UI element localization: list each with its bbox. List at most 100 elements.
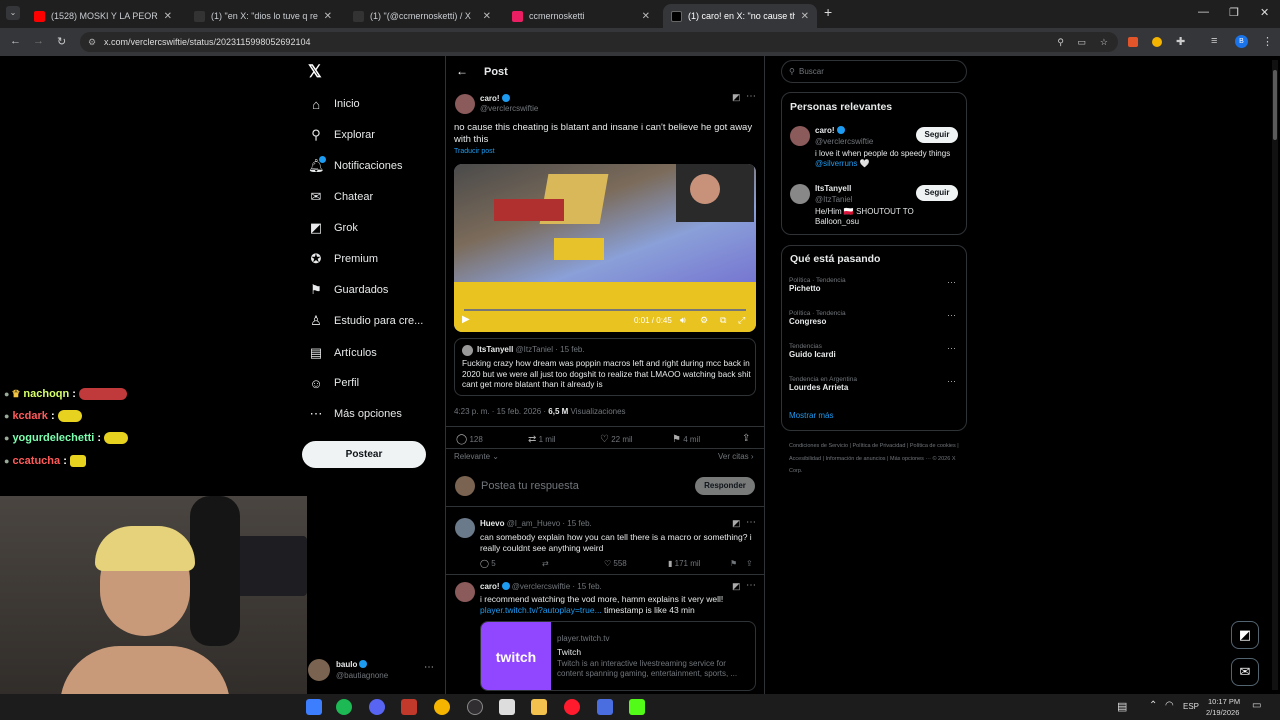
x-logo[interactable]: 𝕏 [308,62,322,82]
file-explorer-icon[interactable] [531,699,547,715]
sidebar-item-premium[interactable]: ✪ Premium [308,248,378,270]
sidebar-item-guardados[interactable]: ⚑ Guardados [308,279,388,301]
grok-icon[interactable]: ◩ [732,581,741,592]
reply-author[interactable]: Huevo [480,519,504,528]
like-action[interactable]: ♡ 22 mil [600,434,633,445]
close-icon[interactable]: ✕ [324,11,332,22]
close-icon[interactable]: ✕ [164,11,172,22]
clock-date[interactable]: 2/19/2026 [1206,708,1239,717]
show-more-link[interactable]: Mostrar más [789,411,833,420]
browser-tab[interactable]: (1) "(@ccmernosketti) / X ✕ [345,4,499,28]
sidebar-item-estudio[interactable]: ♙ Estudio para cre... [308,310,423,332]
reply-action[interactable]: ◯ 5 [480,559,496,568]
more-icon[interactable]: ⋯ [947,376,956,387]
notification-icon[interactable]: ▭ [1252,700,1261,711]
trend-item[interactable]: Política · Tendencia Pichetto ⋯ [789,277,964,293]
messages-floating-button[interactable]: ✉ [1231,658,1259,686]
bookmark-action[interactable]: ⚑ 4 mil [672,434,700,445]
extension-icon[interactable] [1128,37,1138,47]
wifi-icon[interactable]: ◠ [1165,700,1174,711]
bio-link[interactable]: @silverruns [815,159,857,168]
video-player[interactable]: ▶ 0:01 / 0:45 🔊︎ ⚙ ⧉ ⤢ [454,164,756,332]
minimize-icon[interactable]: — [1198,6,1209,18]
trend-item[interactable]: Política · Tendencia Congreso ⋯ [789,310,964,326]
close-window-icon[interactable]: ✕ [1260,6,1269,19]
more-icon[interactable]: ⋯ [746,517,756,528]
app-icon[interactable] [499,699,515,715]
reply-action[interactable]: ◯ 128 [456,434,483,445]
avatar[interactable] [790,184,810,204]
browser-tab[interactable]: (1) "en X: "dios lo tuve q releer ✕ [186,4,340,28]
settings-icon[interactable]: ⚙ [700,315,708,326]
app-icon[interactable] [597,699,613,715]
close-icon[interactable]: ✕ [801,11,809,22]
reply-link[interactable]: player.twitch.tv/?autoplay=true... [480,605,602,615]
zoom-icon[interactable]: ⚲ [1057,32,1064,52]
grok-floating-button[interactable]: ◩ [1231,621,1259,649]
more-icon[interactable]: ⋯ [746,91,756,102]
trend-item[interactable]: Tendencias Guido Icardi ⋯ [789,343,964,359]
opera-icon[interactable] [564,699,580,715]
close-icon[interactable]: ✕ [642,11,650,22]
sidebar-item-notificaciones[interactable]: 🔔︎ Notificaciones [308,155,402,177]
sidebar-item-chatear[interactable]: ✉ Chatear [308,186,374,208]
menu-kebab-icon[interactable]: ⋮ [1262,35,1273,48]
sidebar-item-inicio[interactable]: ⌂ Inicio [308,93,360,115]
scrollbar-thumb[interactable] [1273,70,1277,140]
avatar[interactable] [455,582,475,602]
browser-tab[interactable]: ccmernosketti ✕ [504,4,658,28]
search-input[interactable]: ⚲ Buscar [781,60,967,83]
fullscreen-icon[interactable]: ⤢ [738,315,745,326]
kick-icon[interactable] [629,699,645,715]
sidebar-item-mas-opciones[interactable]: ⋯ Más opciones [308,403,402,425]
person-name[interactable]: caro! [815,126,835,135]
quotes-link[interactable]: Ver citas › [718,452,754,461]
avatar[interactable] [455,518,475,538]
follow-button[interactable]: Seguir [916,185,958,201]
views-action[interactable]: ▮ 171 mil [668,559,700,568]
browser-tab[interactable]: (1528) MOSKI Y LA PEOR ENTR ✕ [26,4,180,28]
play-icon[interactable]: ▶ [462,314,470,325]
media-icon[interactable]: ≡ [1211,35,1217,47]
discord-icon[interactable] [369,699,385,715]
trend-item[interactable]: Tendencia en Argentina Lourdes Arrieta ⋯ [789,376,964,392]
grok-icon[interactable]: ◩ [732,518,741,529]
language-indicator[interactable]: ESP [1183,702,1199,711]
chrome-icon[interactable] [434,699,450,715]
pip-icon[interactable]: ⧉ [720,315,726,326]
forward-icon[interactable]: → [33,35,44,47]
extension-icon[interactable] [1152,37,1162,47]
sidebar-item-perfil[interactable]: ☺ Perfil [308,372,359,394]
obs-icon[interactable] [467,699,483,715]
back-icon[interactable]: ← [10,35,21,47]
share-icon[interactable]: ⇪ [742,433,750,444]
site-info-icon[interactable]: ⚙ [88,32,96,52]
avatar[interactable] [455,94,475,114]
tab-search-icon[interactable]: ⌄ [6,6,20,20]
quoted-post[interactable]: ItsTanyell @ItzTaniel · 15 feb. Fucking … [454,338,756,396]
reply-button[interactable]: Responder [695,477,755,495]
profile-avatar[interactable]: B [1235,35,1248,48]
reply-author[interactable]: caro! [480,582,500,591]
reload-icon[interactable]: ↻ [57,35,66,48]
bookmark-icon[interactable]: ⚑ [730,559,737,568]
new-tab-icon[interactable]: + [824,4,832,20]
more-icon[interactable]: ⋯ [746,580,756,591]
footer-links[interactable]: Condiciones de Servicio | Política de Pr… [789,440,959,478]
widgets-icon[interactable]: ▤ [1117,700,1127,713]
app-icon[interactable] [401,699,417,715]
more-icon[interactable]: ⋯ [947,343,956,354]
close-icon[interactable]: ✕ [483,11,491,22]
post-button[interactable]: Postear [302,441,426,468]
grok-icon[interactable]: ◩ [732,92,741,103]
more-icon[interactable]: ⋯ [947,310,956,321]
tray-chevron-icon[interactable]: ⌃ [1149,700,1157,711]
extensions-puzzle-icon[interactable]: ✚ [1176,35,1185,48]
like-action[interactable]: ♡ 558 [604,559,627,568]
sort-dropdown[interactable]: Relevante ⌄ [454,452,499,461]
account-switcher[interactable]: baulo @bautiagnone ⋯ [308,658,438,684]
copilot-icon[interactable] [306,699,322,715]
bookmark-star-icon[interactable]: ☆ [1100,32,1108,52]
author-name[interactable]: caro! [480,94,500,103]
translate-link[interactable]: Traducir post [454,148,495,155]
